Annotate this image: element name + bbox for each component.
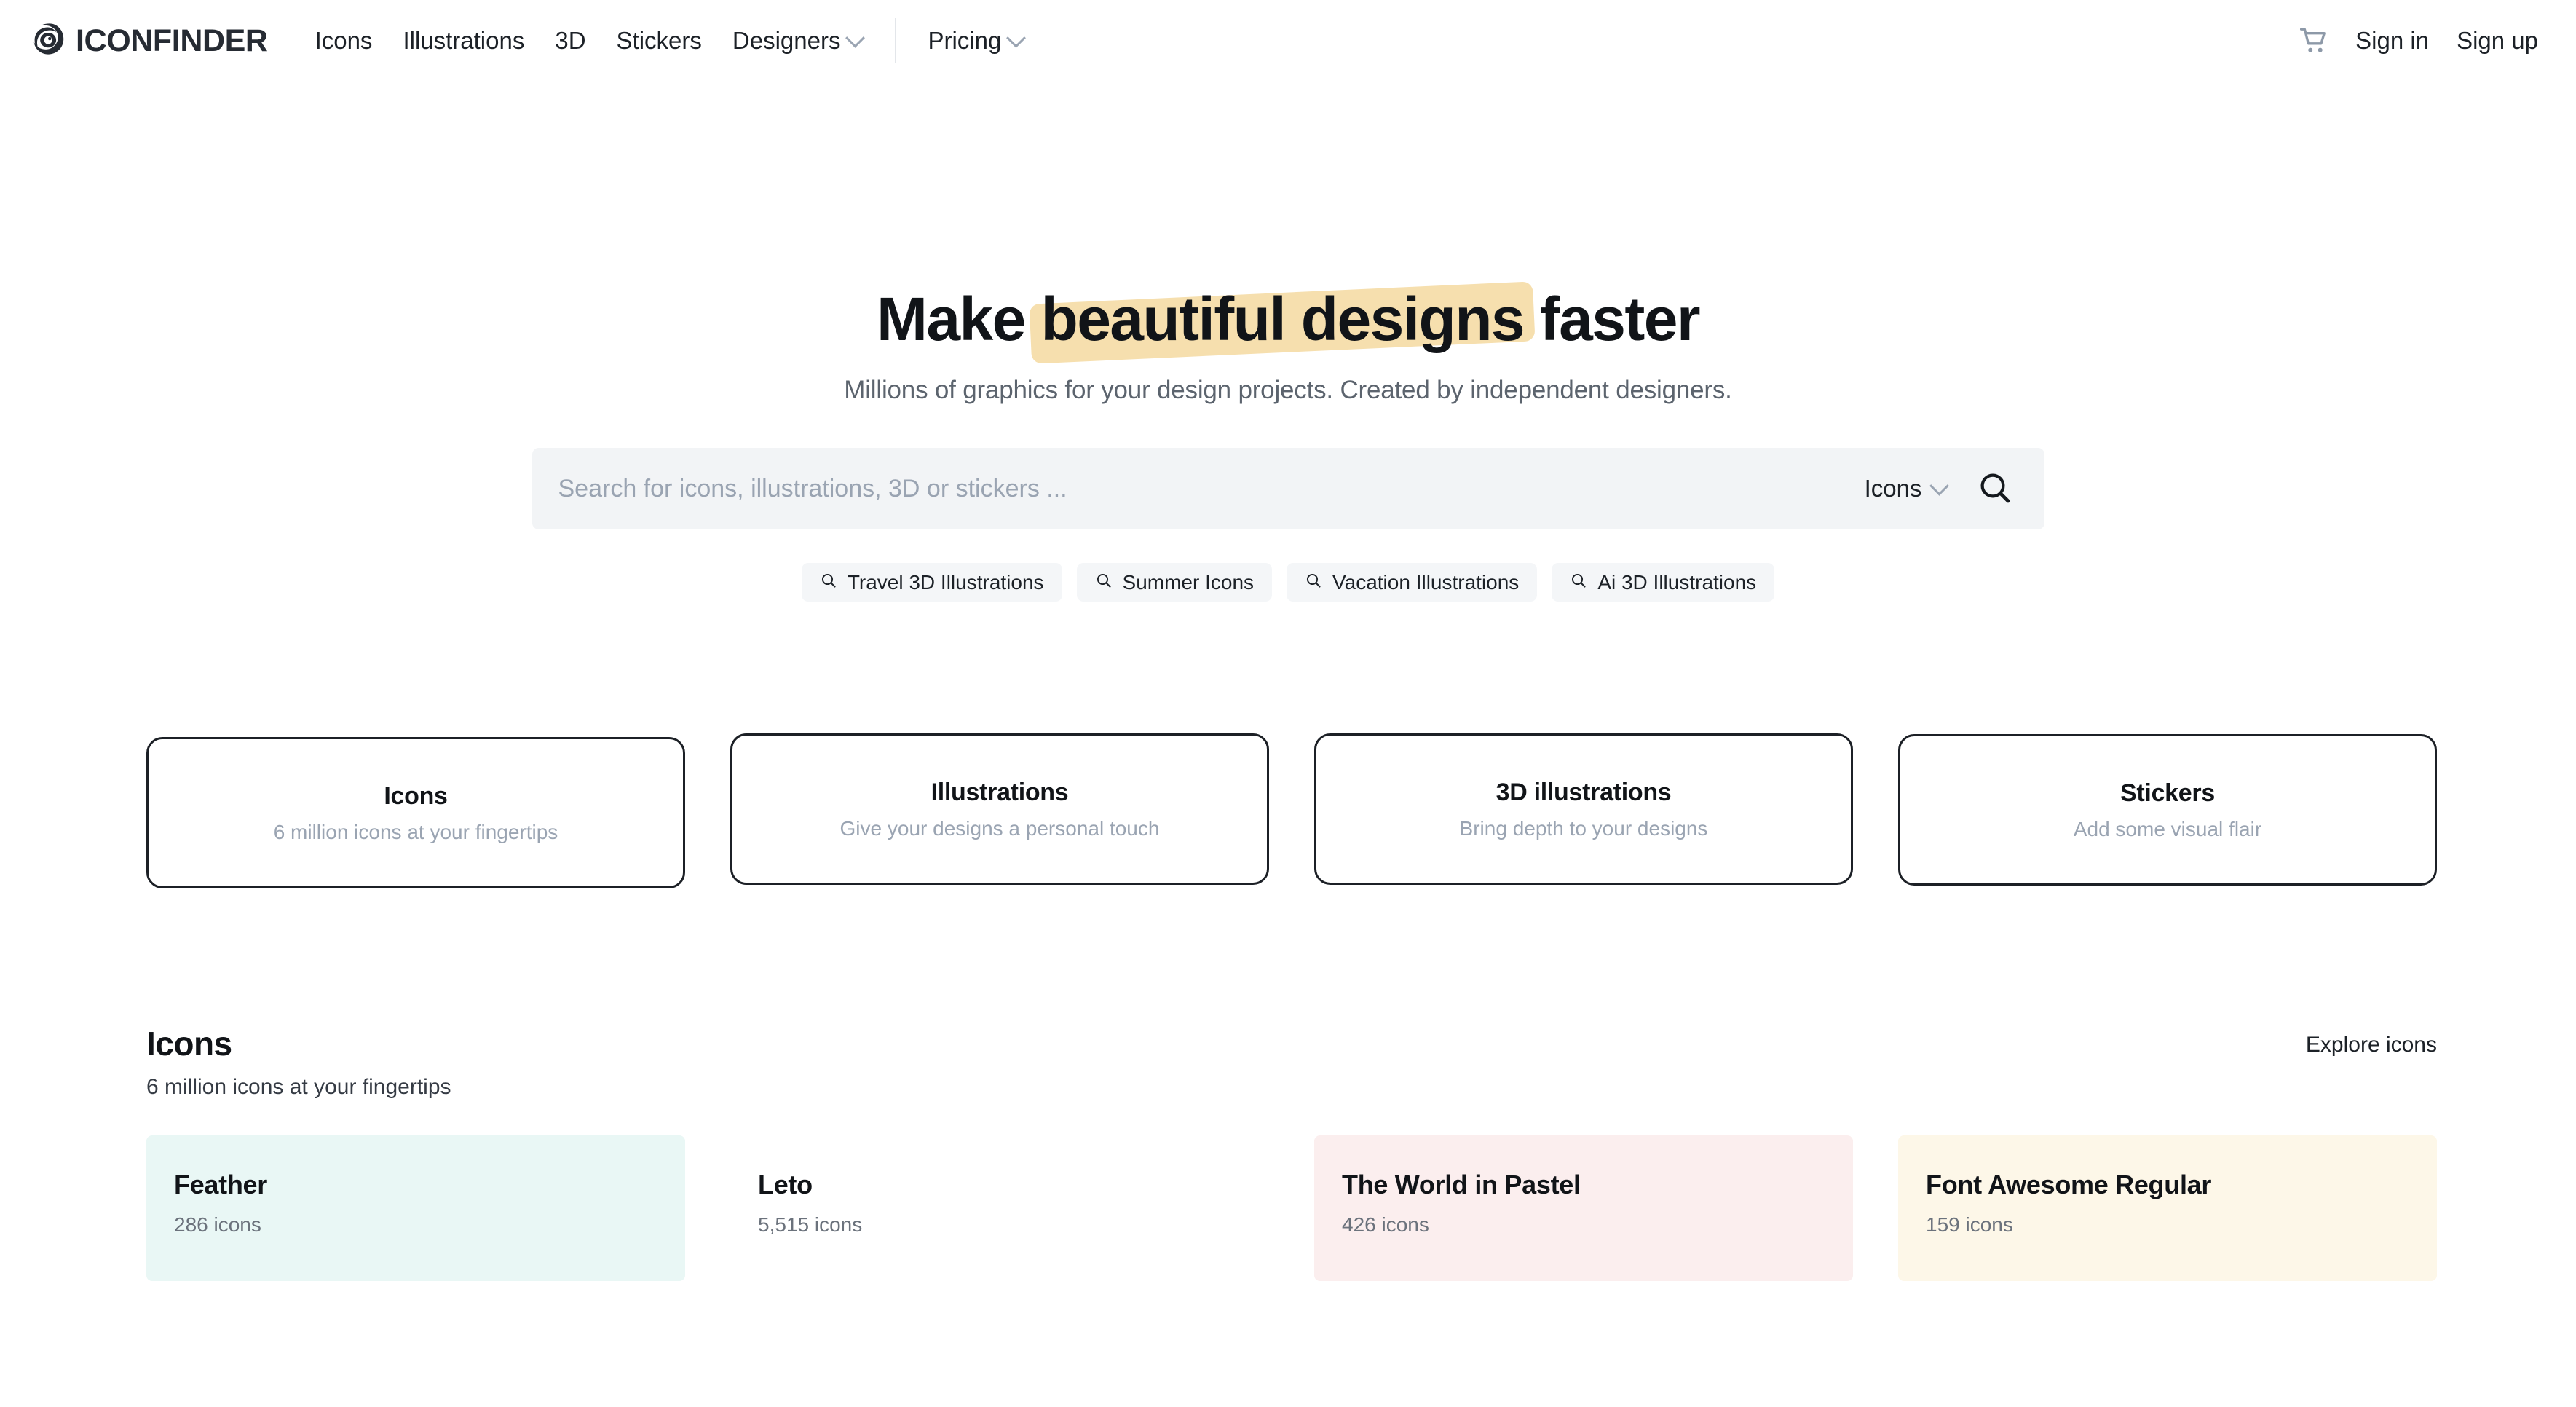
section-title: Icons (146, 1025, 232, 1063)
icon-set-count: 286 icons (174, 1213, 261, 1236)
chevron-down-icon (1929, 476, 1949, 496)
icon-set-count: 5,515 icons (758, 1213, 863, 1236)
category-card-illustrations[interactable]: Illustrations Give your designs a person… (730, 733, 1269, 885)
nav-divider (895, 18, 897, 63)
category-card-3d-illustrations[interactable]: 3D illustrations Bring depth to your des… (1314, 733, 1853, 885)
logo-wordmark: ICONFINDER (76, 23, 268, 58)
icon-set-name: Feather (174, 1170, 267, 1199)
nav-item-label: Designers (732, 27, 841, 54)
chip-label: Vacation Illustrations (1332, 570, 1520, 594)
icon-set-cards: Feather 286 icons Leto 5,515 icons The W… (139, 1135, 2437, 1281)
headline-highlight: beautiful designs (1040, 285, 1525, 353)
icon-set-card-leto[interactable]: Leto 5,515 icons (730, 1135, 1269, 1281)
site-header: ICONFINDER Icons Illustrations 3D Sticke… (0, 0, 2576, 82)
search-bar: Icons (532, 448, 2044, 529)
chevron-down-icon (1006, 28, 1027, 48)
magnifier-icon (1305, 571, 1322, 594)
magnifier-icon (1978, 470, 2012, 508)
sign-up-link[interactable]: Sign up (2457, 27, 2538, 55)
explore-icons-link[interactable]: Explore icons (2306, 1024, 2437, 1057)
icon-set-count: 426 icons (1342, 1213, 1429, 1236)
category-card-stickers[interactable]: Stickers Add some visual flair (1898, 734, 2437, 886)
hero-subtitle: Millions of graphics for your design pro… (844, 376, 1732, 404)
nav-item-icons[interactable]: Icons (300, 27, 388, 55)
category-card-subtitle: Give your designs a personal touch (839, 816, 1160, 840)
search-input[interactable] (558, 474, 1865, 503)
category-card-subtitle: 6 million icons at your fingertips (273, 820, 558, 843)
icon-set-count: 159 icons (1926, 1213, 2013, 1236)
nav-item-illustrations[interactable]: Illustrations (387, 27, 540, 55)
suggested-search-chips: Travel 3D Illustrations Summer Icons Vac… (0, 563, 2576, 602)
icons-section-header: Icons 6 million icons at your fingertips… (139, 1024, 2437, 1100)
logo-link[interactable]: ICONFINDER (29, 21, 268, 60)
category-card-subtitle: Bring depth to your designs (1459, 816, 1708, 840)
nav-item-label: 3D (555, 27, 586, 54)
icon-set-card-feather[interactable]: Feather 286 icons (146, 1135, 685, 1281)
nav-item-designers[interactable]: Designers (717, 27, 878, 55)
chip-label: Travel 3D Illustrations (847, 570, 1044, 594)
headline-highlight-wrap: beautiful designs (1029, 281, 1536, 364)
chip-label: Summer Icons (1122, 570, 1255, 594)
section-subtitle: 6 million icons at your fingertips (146, 1075, 451, 1099)
nav-item-label: Stickers (616, 27, 702, 54)
magnifier-icon (820, 571, 837, 594)
category-cards: Icons 6 million icons at your fingertips… (139, 733, 2437, 888)
category-card-subtitle: Add some visual flair (2073, 817, 2262, 840)
category-card-title: Icons (384, 781, 448, 810)
primary-nav: Icons Illustrations 3D Stickers Designer… (300, 18, 1039, 63)
sign-in-link[interactable]: Sign in (2355, 27, 2429, 55)
icon-set-name: Font Awesome Regular (1926, 1170, 2212, 1199)
chip-vacation-illustrations[interactable]: Vacation Illustrations (1287, 563, 1538, 602)
category-card-title: 3D illustrations (1496, 778, 1672, 806)
icon-set-name: The World in Pastel (1342, 1170, 1581, 1199)
headline-after: faster (1524, 285, 1701, 353)
nav-item-pricing[interactable]: Pricing (912, 27, 1038, 55)
search-submit-button[interactable] (1975, 469, 2015, 508)
iconfinder-eye-logo-icon (29, 21, 68, 60)
nav-item-label: Icons (315, 27, 373, 54)
header-actions: Sign in Sign up (2300, 27, 2538, 55)
icon-set-name: Leto (758, 1170, 813, 1199)
chip-label: Ai 3D Illustrations (1597, 570, 1757, 594)
category-card-title: Illustrations (931, 778, 1069, 806)
chip-travel-3d-illustrations[interactable]: Travel 3D Illustrations (801, 563, 1062, 602)
chip-summer-icons[interactable]: Summer Icons (1076, 563, 1273, 602)
magnifier-icon (1570, 571, 1587, 594)
nav-item-3d[interactable]: 3D (540, 27, 601, 55)
hero-section: Make beautiful designs faster Millions o… (0, 82, 2576, 602)
category-card-icons[interactable]: Icons 6 million icons at your fingertips (146, 737, 685, 888)
chevron-down-icon (845, 28, 866, 48)
chip-ai-3d-illustrations[interactable]: Ai 3D Illustrations (1552, 563, 1775, 602)
page-title: Make beautiful designs faster (877, 281, 1701, 364)
search-type-select[interactable]: Icons (1864, 475, 1949, 502)
nav-item-stickers[interactable]: Stickers (601, 27, 717, 55)
category-card-title: Stickers (2120, 779, 2215, 807)
headline-before: Make (877, 285, 1041, 353)
search-type-value: Icons (1864, 475, 1922, 502)
magnifier-icon (1095, 571, 1113, 594)
icon-set-card-font-awesome-regular[interactable]: Font Awesome Regular 159 icons (1898, 1135, 2437, 1281)
nav-item-label: Illustrations (403, 27, 525, 54)
icon-set-card-the-world-in-pastel[interactable]: The World in Pastel 426 icons (1314, 1135, 1853, 1281)
nav-item-label: Pricing (928, 27, 1002, 54)
shopping-cart-icon[interactable] (2300, 28, 2328, 54)
